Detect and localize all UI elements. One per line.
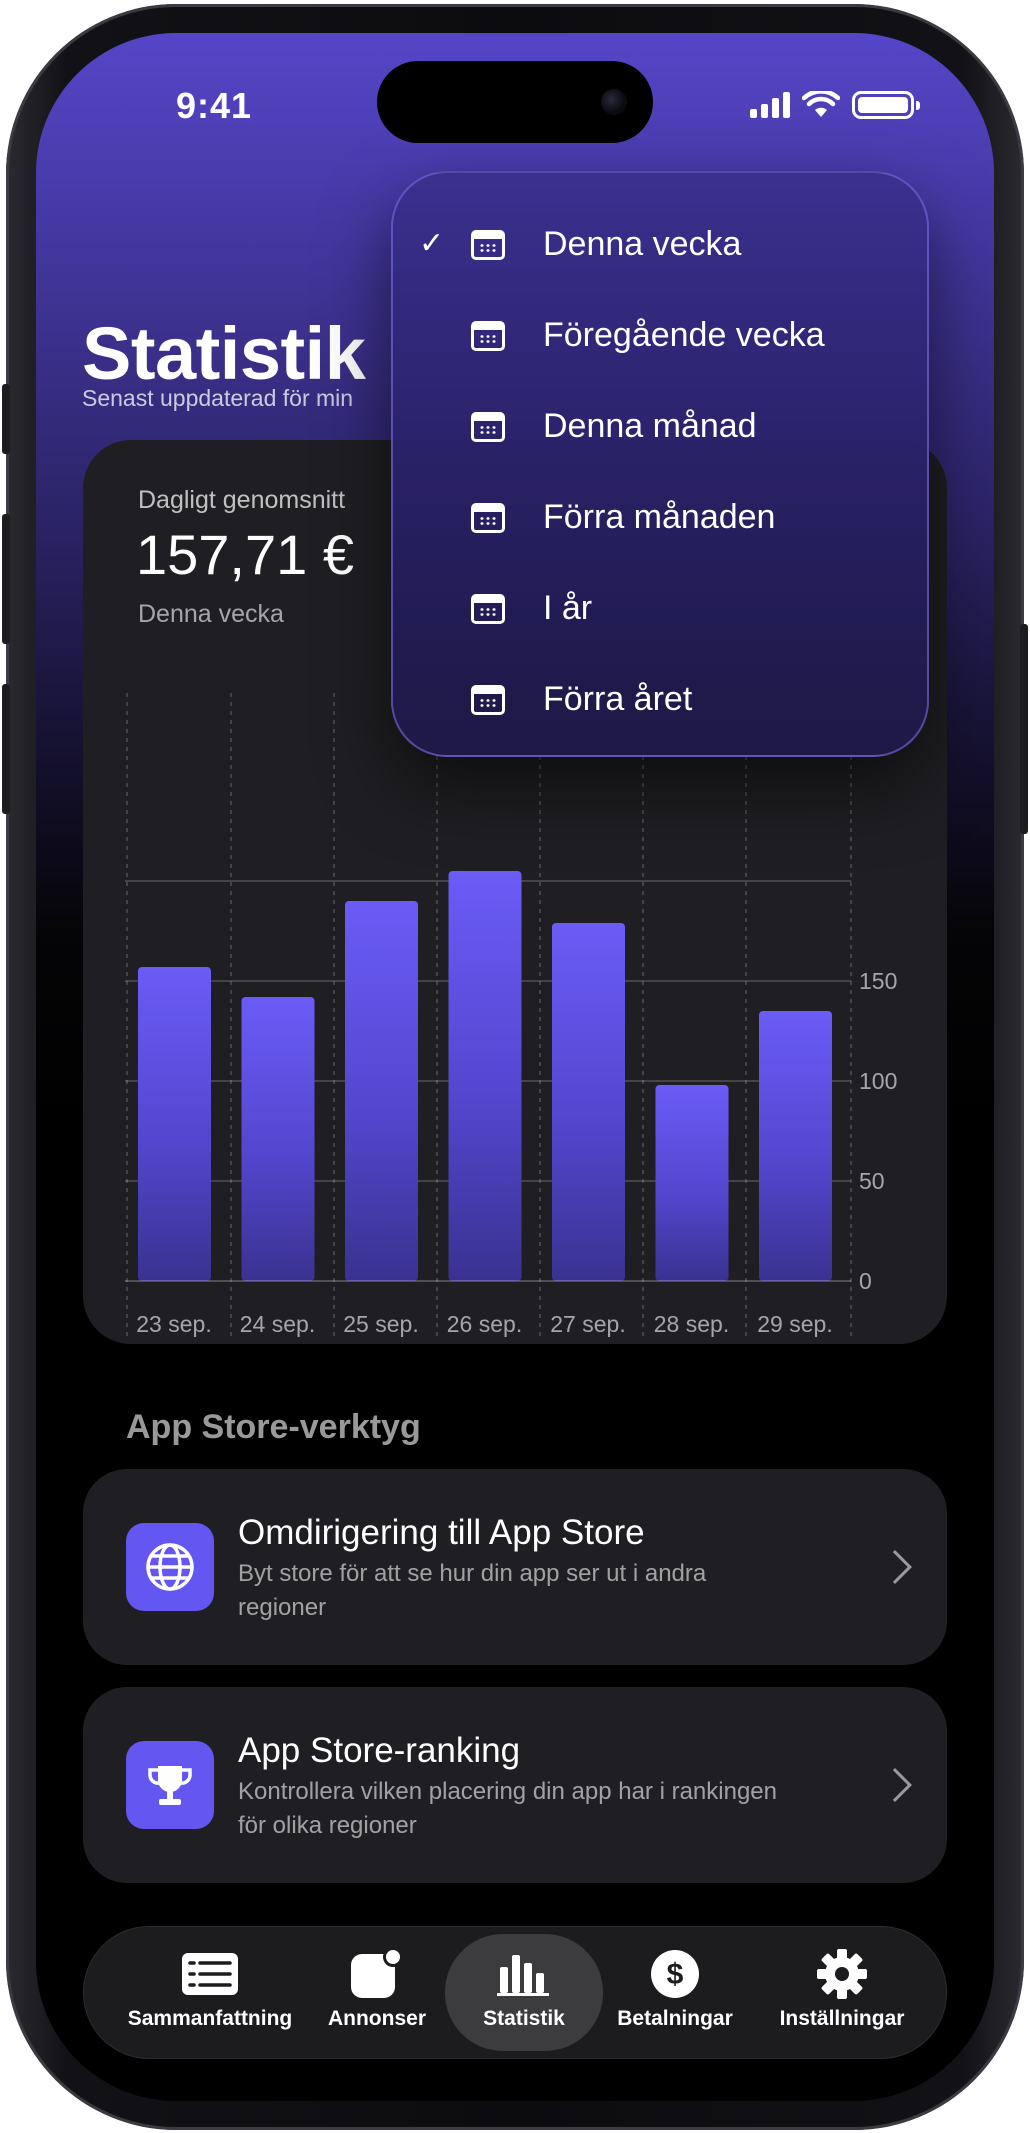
cellular-signal-icon <box>750 92 790 118</box>
tab-label: Betalningar <box>617 2007 733 2030</box>
app-store-ranking-card[interactable]: App Store-ranking Kontrollera vilken pla… <box>83 1687 947 1883</box>
period-menu-item[interactable]: Denna månad <box>393 381 927 472</box>
tab-label: Inställningar <box>779 2007 905 2030</box>
volume-down-button <box>2 684 10 814</box>
x-tick-label: 23 sep. <box>136 1311 211 1337</box>
x-tick-label: 28 sep. <box>654 1311 729 1337</box>
y-tick-label: 50 <box>859 1168 885 1194</box>
tab-sammanfattning[interactable]: Sammanfattning <box>120 1927 300 2060</box>
volume-up-button <box>2 514 10 644</box>
chart-bar <box>138 967 211 1281</box>
tab-betalningar[interactable]: $ Betalningar <box>600 1927 750 2060</box>
status-icons <box>750 91 920 119</box>
period-menu-item[interactable]: I år <box>393 563 927 654</box>
calendar-icon <box>471 320 505 351</box>
page-title: Statistik <box>82 312 366 395</box>
period-menu-item[interactable]: Föregående vecka <box>393 290 927 381</box>
app-screen: 9:41 Statistik Senast uppdaterad för min… <box>36 33 994 2101</box>
gear-icon <box>815 1949 869 1999</box>
period-menu-item[interactable]: Förra året <box>393 654 927 745</box>
chart-bar <box>345 901 418 1281</box>
battery-icon <box>852 91 920 119</box>
y-tick-label: 0 <box>859 1268 872 1294</box>
app-badge-icon <box>349 1948 405 1999</box>
last-updated-text: Senast uppdaterad för min <box>82 385 354 411</box>
y-tick-label: 100 <box>859 1068 897 1094</box>
dollar-icon: $ <box>649 1949 701 1999</box>
globe-icon <box>126 1523 214 1611</box>
x-tick-label: 27 sep. <box>550 1311 625 1337</box>
trophy-icon <box>126 1741 214 1829</box>
tab-statistik[interactable]: Statistik <box>459 1927 589 2060</box>
power-button <box>1020 624 1028 834</box>
action-button <box>2 384 10 454</box>
tab-annonser[interactable]: Annonser <box>312 1927 442 2060</box>
section-title-app-store-tools: App Store-verktyg <box>126 1408 421 1446</box>
bar-chart-icon <box>496 1949 552 1999</box>
calendar-icon <box>471 229 505 260</box>
list-icon <box>180 1949 240 1999</box>
dynamic-island <box>377 61 653 143</box>
tab-label: Statistik <box>483 2007 565 2030</box>
period-menu-item[interactable]: ✓ Denna vecka <box>393 199 927 290</box>
tool-title: App Store-ranking <box>238 1731 521 1770</box>
tool-description: Kontrollera vilken placering din app har… <box>238 1778 777 1839</box>
chart-bar <box>655 1085 729 1281</box>
wifi-icon <box>802 91 840 117</box>
tab-bar: Sammanfattning Annonser Statistik $ Beta… <box>83 1926 947 2059</box>
y-tick-label: 150 <box>859 968 897 994</box>
period-menu-item-label: Denna månad <box>543 407 757 445</box>
x-tick-label: 29 sep. <box>757 1311 832 1337</box>
period-menu-item-label: Föregående vecka <box>543 316 825 354</box>
x-tick-label: 26 sep. <box>447 1311 522 1337</box>
tool-description: Byt store för att se hur din app ser ut … <box>238 1560 707 1621</box>
tab-label: Sammanfattning <box>127 2007 293 2030</box>
period-menu-item-label: Denna vecka <box>543 225 742 263</box>
chart-bar <box>448 871 522 1281</box>
chart-bar <box>241 997 315 1281</box>
period-menu: ✓ Denna vecka Föregående vecka Denna månad F… <box>391 171 929 757</box>
calendar-icon <box>471 411 505 442</box>
period-menu-item-label: I år <box>543 589 593 627</box>
svg-text:$: $ <box>667 1958 684 1991</box>
period-menu-item[interactable]: Förra månaden <box>393 472 927 563</box>
tab-installningar[interactable]: Inställningar <box>762 1927 922 2060</box>
chart-bar <box>552 923 625 1281</box>
camera-icon <box>601 89 627 115</box>
period-menu-item-label: Förra året <box>543 680 693 718</box>
calendar-icon <box>471 684 505 715</box>
chevron-right-icon <box>878 1768 912 1802</box>
status-time: 9:41 <box>176 85 253 126</box>
calendar-icon <box>471 502 505 533</box>
checkmark-icon: ✓ <box>419 227 445 260</box>
calendar-icon <box>471 593 505 624</box>
app-store-redirect-card[interactable]: Omdirigering till App Store Byt store fö… <box>83 1469 947 1665</box>
period-menu-item-label: Förra månaden <box>543 498 776 536</box>
tab-label: Annonser <box>327 2007 426 2030</box>
x-tick-label: 25 sep. <box>343 1311 418 1337</box>
x-tick-label: 24 sep. <box>240 1311 315 1337</box>
chevron-right-icon <box>878 1550 912 1584</box>
tool-title: Omdirigering till App Store <box>238 1513 645 1552</box>
chart-bar <box>759 1011 832 1281</box>
